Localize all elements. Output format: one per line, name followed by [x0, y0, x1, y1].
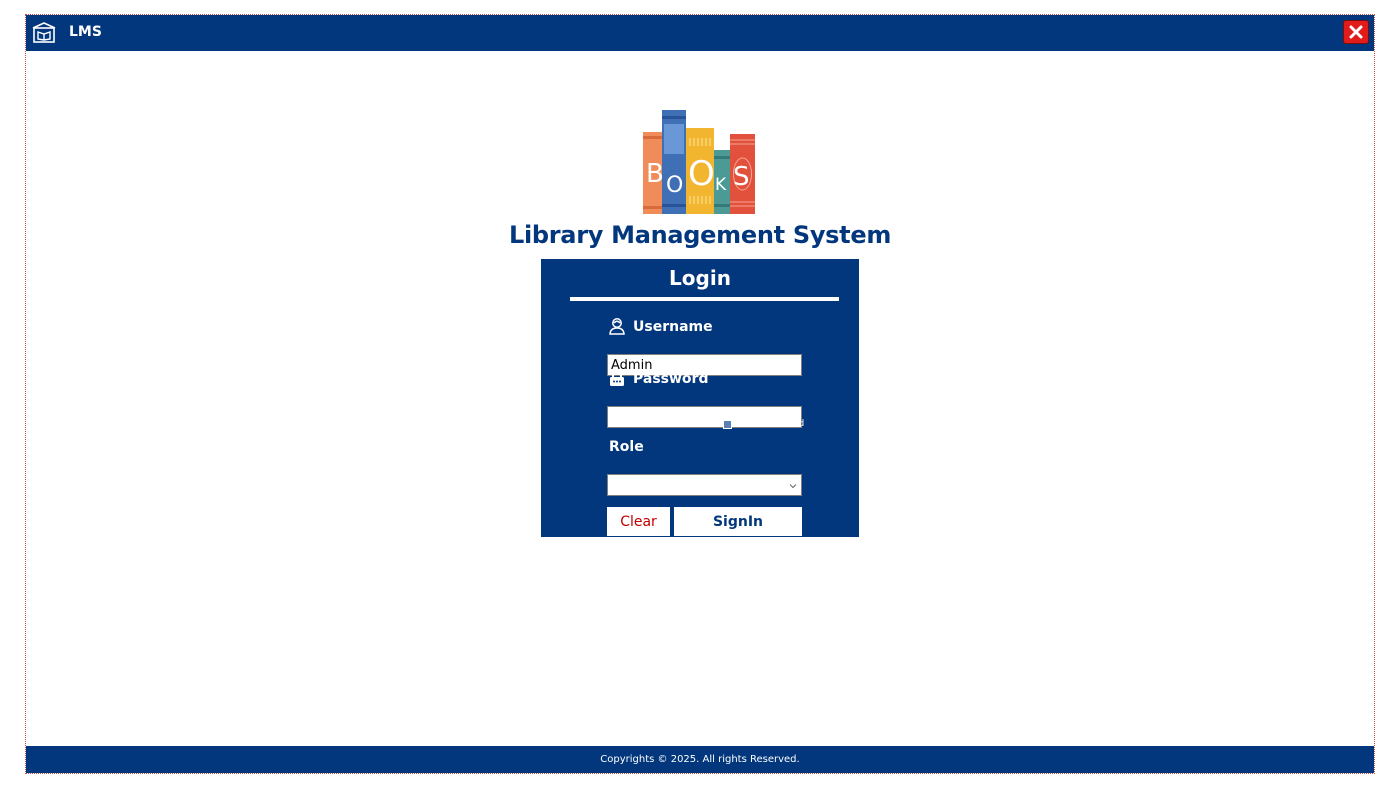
logo-letter: O: [688, 154, 715, 194]
logo-letter: B: [646, 159, 664, 189]
app-window: LMS B O O K S Library Management System …: [25, 14, 1375, 774]
title-bar: LMS: [26, 15, 1374, 51]
page-title: Library Management System: [508, 221, 892, 249]
login-heading: Login: [669, 266, 731, 290]
copyright-text: Copyrights © 2025. All rights Reserved.: [600, 754, 800, 765]
username-label: Username: [633, 319, 713, 335]
signin-button[interactable]: SignIn: [674, 507, 802, 536]
app-title: LMS: [69, 24, 102, 40]
show-password-label: Show Password: [735, 419, 805, 429]
role-label: Role: [609, 439, 644, 455]
logo-letter: K: [715, 175, 727, 195]
login-divider: [570, 297, 839, 301]
role-select[interactable]: [607, 474, 802, 496]
close-button[interactable]: [1343, 20, 1369, 44]
library-building-icon: [31, 20, 57, 46]
footer: Copyrights © 2025. All rights Reserved.: [26, 746, 1374, 773]
lock-icon: [608, 369, 626, 387]
login-panel: Login Username Password Show Passwor: [541, 259, 859, 537]
password-label: Password: [633, 371, 709, 387]
show-password-checkbox[interactable]: [723, 420, 732, 429]
user-icon: [608, 317, 626, 335]
books-logo: B O O K S: [643, 110, 757, 216]
logo-letter: O: [666, 173, 683, 198]
chevron-down-icon: [788, 479, 798, 491]
logo-letter: S: [733, 162, 750, 192]
clear-button[interactable]: Clear: [607, 507, 670, 536]
